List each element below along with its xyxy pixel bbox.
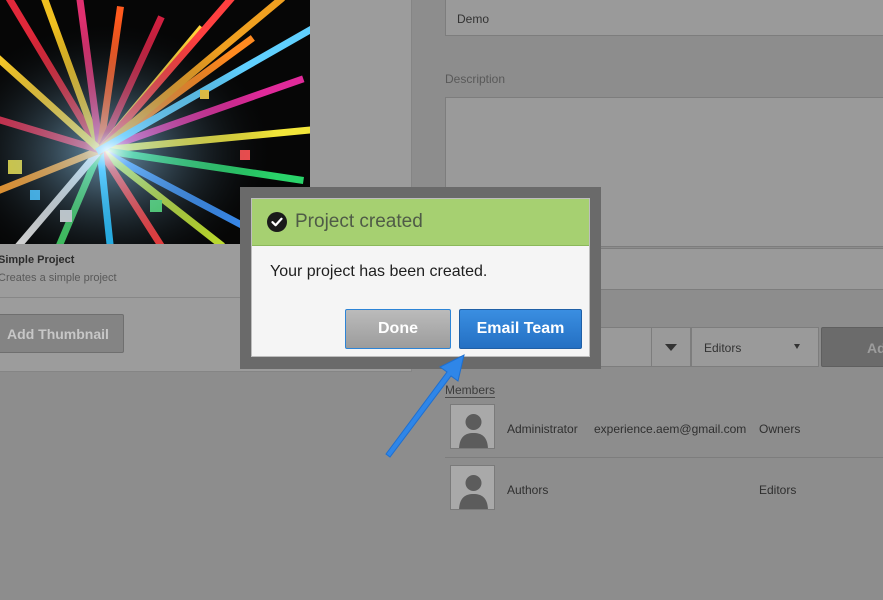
description-label: Description <box>445 72 506 86</box>
user-dropdown-button[interactable] <box>651 327 691 367</box>
user-silhouette-icon <box>450 465 495 510</box>
member-name: Authors <box>507 483 549 497</box>
member-row[interactable]: Authors Editors <box>445 461 883 519</box>
caret-down-icon <box>665 343 677 351</box>
member-row[interactable]: Administrator experience.aem@gmail.com O… <box>445 400 883 458</box>
add-member-button[interactable]: Ad <box>821 327 883 367</box>
members-heading: Members <box>445 383 496 398</box>
role-select[interactable]: Editors <box>691 327 819 367</box>
project-title-field[interactable]: Demo <box>445 0 883 36</box>
project-created-dialog: Project created Your project has been cr… <box>251 198 590 357</box>
select-arrow-icon <box>794 344 800 349</box>
member-role: Editors <box>759 483 797 497</box>
user-silhouette-icon <box>450 404 495 449</box>
checkmark-circle-icon <box>267 212 287 232</box>
role-select-value: Editors <box>704 341 742 355</box>
member-role: Owners <box>759 422 801 436</box>
dialog-title: Project created <box>295 211 423 232</box>
member-email: experience.aem@gmail.com <box>594 422 747 436</box>
dialog-message: Your project has been created. <box>270 263 488 280</box>
add-thumbnail-button[interactable]: Add Thumbnail <box>0 314 124 353</box>
template-name: Simple Project <box>0 254 75 266</box>
user-search-input[interactable] <box>600 327 652 367</box>
member-name: Administrator <box>507 422 578 436</box>
template-description: Creates a simple project <box>0 272 117 284</box>
email-team-button[interactable]: Email Team <box>459 309 582 349</box>
project-title-value: Demo <box>457 12 490 26</box>
dialog-header: Project created <box>252 199 589 246</box>
done-button[interactable]: Done <box>345 309 451 349</box>
